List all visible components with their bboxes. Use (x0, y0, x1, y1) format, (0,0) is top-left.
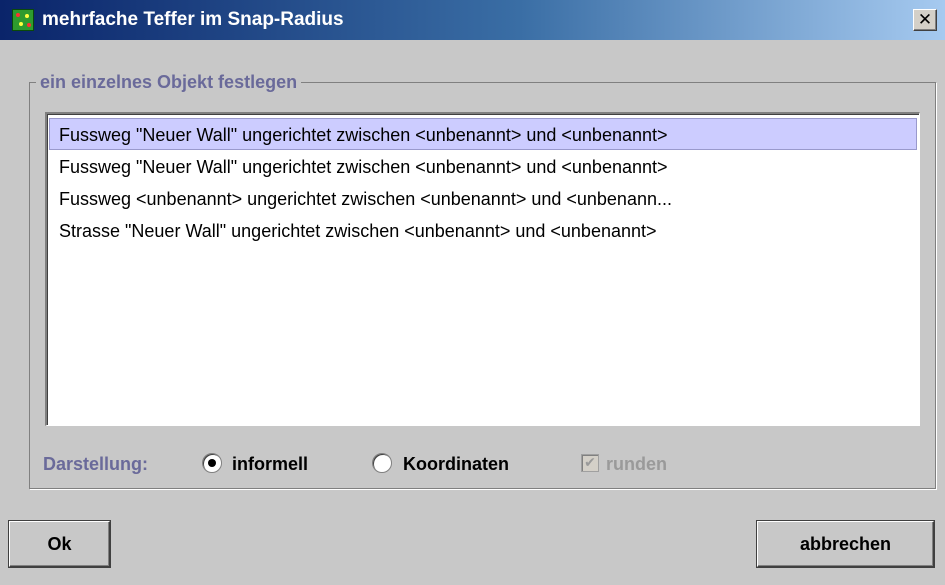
app-icon (12, 9, 34, 31)
radio-koordinaten-label[interactable]: Koordinaten (403, 453, 509, 475)
group-legend: ein einzelnes Objekt festlegen (36, 72, 302, 92)
display-label: Darstellung: (43, 454, 149, 474)
object-list[interactable]: Fussweg "Neuer Wall" ungerichtet zwische… (45, 112, 920, 426)
radio-informell[interactable] (202, 453, 222, 473)
window-title: mehrfache Teffer im Snap-Radius (42, 9, 344, 30)
radio-koordinaten[interactable] (372, 453, 392, 473)
ok-button[interactable]: Ok (9, 521, 110, 567)
list-item[interactable]: Fussweg <unbenannt> ungerichtet zwischen… (49, 182, 917, 214)
display-options: Darstellung: informell Koordinaten ✔ run… (0, 449, 945, 479)
radio-informell-label[interactable]: informell (232, 453, 308, 475)
list-item[interactable]: Fussweg "Neuer Wall" ungerichtet zwische… (49, 150, 917, 182)
cancel-button[interactable]: abbrechen (757, 521, 934, 567)
radio-selected-icon (208, 459, 216, 467)
checkmark-icon: ✔ (584, 455, 596, 471)
list-item[interactable]: Strasse "Neuer Wall" ungerichtet zwische… (49, 214, 917, 246)
runden-checkbox[interactable]: ✔ (581, 454, 599, 472)
runden-label: runden (606, 454, 667, 474)
dialog-window: mehrfache Teffer im Snap-Radius ✕ ein ei… (0, 0, 945, 585)
list-item[interactable]: Fussweg "Neuer Wall" ungerichtet zwische… (49, 118, 917, 150)
close-icon: ✕ (917, 9, 933, 30)
close-button[interactable]: ✕ (913, 9, 937, 31)
title-bar[interactable]: mehrfache Teffer im Snap-Radius ✕ (0, 0, 945, 40)
